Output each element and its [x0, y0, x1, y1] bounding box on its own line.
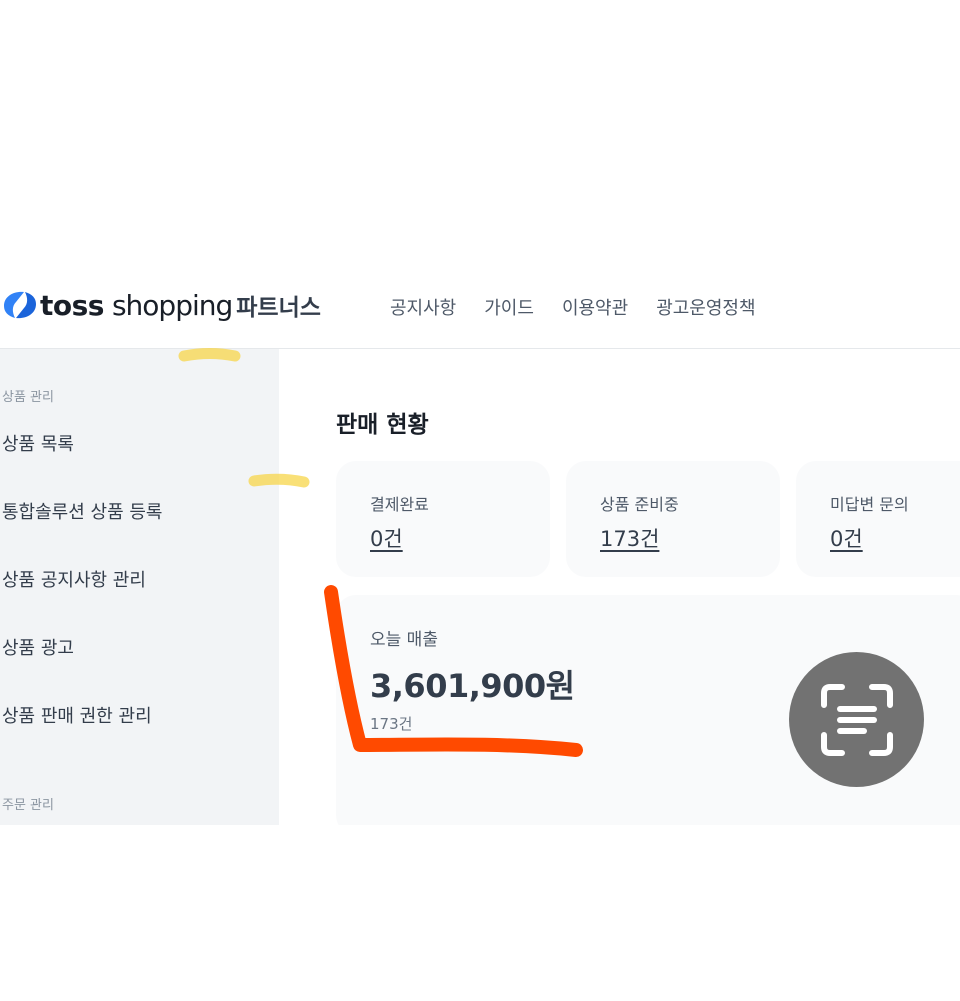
nav-notice[interactable]: 공지사항 — [390, 294, 456, 320]
toss-logo-icon — [4, 291, 36, 319]
sidebar-item-product-notice[interactable]: 상품 공지사항 관리 — [2, 566, 146, 592]
nav-guide[interactable]: 가이드 — [484, 294, 534, 320]
stat-label-unanswered: 미답변 문의 — [830, 495, 909, 514]
today-sales-label: 오늘 매출 — [370, 630, 438, 650]
text-scan-button[interactable] — [789, 652, 924, 787]
today-sales-amount: 3,601,900원 — [370, 667, 575, 705]
scan-text-icon — [820, 683, 893, 756]
logo-partners-text: 파트너스 — [236, 295, 321, 321]
stat-value-paid[interactable]: 0건 — [370, 523, 403, 553]
today-sales-count: 173건 — [370, 715, 413, 733]
toss-shopping-logo[interactable]: toss shopping 파트너스 — [2, 288, 321, 322]
logo-shopping-text: shopping — [111, 288, 233, 322]
top-header: toss shopping 파트너스 공지사항 가이드 이용약관 광고운영정책 — [0, 260, 960, 349]
sidebar: 상품 관리 상품 목록 통합솔루션 상품 등록 상품 공지사항 관리 상품 광고… — [0, 349, 279, 825]
stat-value-preparing[interactable]: 173건 — [600, 523, 659, 553]
nav-terms[interactable]: 이용약관 — [562, 294, 628, 320]
sidebar-section-product: 상품 관리 — [2, 390, 54, 405]
stat-label-paid: 결제완료 — [370, 495, 429, 514]
logo-toss-text: toss — [40, 288, 104, 322]
top-nav: 공지사항 가이드 이용약관 광고운영정책 — [390, 294, 756, 320]
stat-card-preparing: 상품 준비중 173건 — [566, 461, 780, 577]
sidebar-item-integrated-register[interactable]: 통합솔루션 상품 등록 — [2, 498, 162, 524]
stat-card-paid: 결제완료 0건 — [336, 461, 550, 577]
sidebar-item-product-list[interactable]: 상품 목록 — [2, 430, 74, 456]
nav-ad-policy[interactable]: 광고운영정책 — [656, 294, 755, 320]
sidebar-section-order: 주문 관리 — [2, 798, 54, 813]
sidebar-item-sales-permission[interactable]: 상품 판매 권한 관리 — [2, 702, 152, 728]
sidebar-item-product-ads[interactable]: 상품 광고 — [2, 634, 74, 660]
stat-value-unanswered[interactable]: 0건 — [830, 523, 863, 553]
stat-label-preparing: 상품 준비중 — [600, 495, 679, 514]
page-title: 판매 현황 — [336, 412, 429, 438]
stat-card-unanswered: 미답변 문의 0건 — [796, 461, 960, 577]
